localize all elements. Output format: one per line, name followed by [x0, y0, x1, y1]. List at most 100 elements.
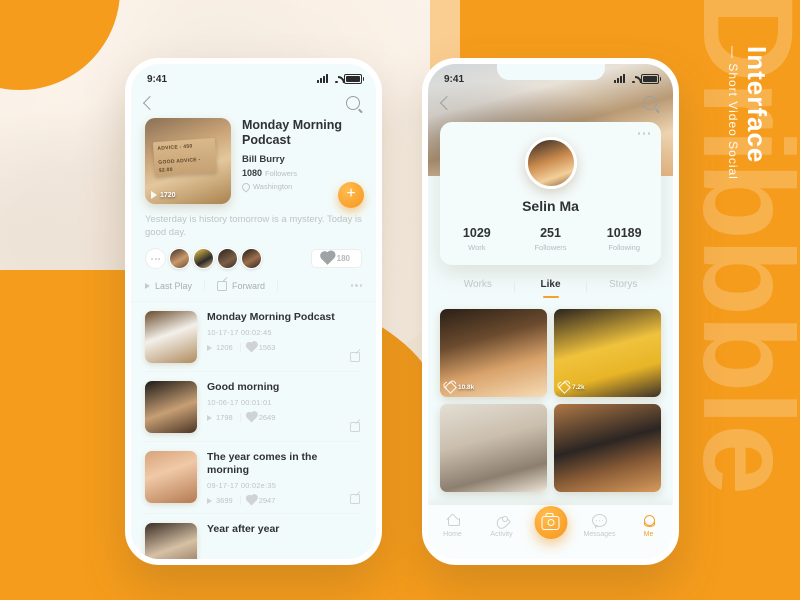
- location-label: Washington: [253, 182, 293, 191]
- list-item[interactable]: The year comes in the morning 09-17-17 0…: [145, 442, 362, 514]
- heart-icon: [246, 412, 257, 423]
- tab-works[interactable]: Works: [442, 279, 514, 295]
- like-count: 2649: [258, 413, 276, 422]
- profile-name: Selin Ma: [522, 198, 579, 214]
- list-item-title: Good morning: [207, 381, 280, 393]
- list-item[interactable]: Year after year: [145, 514, 362, 559]
- grid-cell[interactable]: 7.2k: [554, 309, 661, 397]
- grid-cell-likes: 10.8k: [444, 381, 474, 394]
- divider: [239, 343, 241, 352]
- like-count: 180: [336, 254, 350, 263]
- play-stat: 1206: [207, 343, 233, 352]
- actions-row: Last Play Forward: [131, 269, 376, 302]
- play-icon: [207, 414, 212, 421]
- share-icon[interactable]: [350, 494, 360, 504]
- search-icon[interactable]: [643, 96, 657, 110]
- more-avatars-button[interactable]: [145, 248, 166, 269]
- stat-work[interactable]: 1029 Work: [440, 226, 514, 252]
- profile-stats: 1029 Work 251 Followers 10189 Following: [440, 226, 661, 252]
- camera-icon: [541, 512, 560, 530]
- status-time: 9:41: [147, 73, 168, 85]
- list-item-body: Year after year: [207, 523, 362, 559]
- tab-like[interactable]: Like: [515, 279, 587, 295]
- tab-label: Home: [443, 531, 462, 538]
- status-icons: [614, 74, 661, 84]
- avatar[interactable]: [524, 137, 577, 189]
- stat-value: 251: [540, 226, 561, 240]
- play-icon: [145, 282, 150, 289]
- heart-icon: [444, 381, 457, 394]
- grid-cell[interactable]: [440, 404, 547, 492]
- signal-icon: [317, 74, 328, 83]
- avatar[interactable]: [241, 248, 262, 269]
- list-item-meta: 10-06-17 00:01:01: [207, 398, 272, 407]
- back-chevron-icon[interactable]: [142, 95, 158, 111]
- back-chevron-icon[interactable]: [439, 95, 455, 111]
- stat-following[interactable]: 10189 Following: [587, 226, 661, 252]
- tab-storys[interactable]: Storys: [587, 279, 659, 295]
- grid-cell[interactable]: [554, 404, 661, 492]
- list-item[interactable]: Monday Morning Podcast 10-17-17 00:02:45…: [145, 302, 362, 372]
- list-item-title: Year after year: [207, 523, 280, 535]
- stat-value: 10189: [606, 226, 642, 240]
- play-count: 1798: [216, 413, 233, 422]
- list-item-meta: 09-17-17 00:02e:35: [207, 481, 277, 490]
- wifi-icon: [628, 75, 638, 83]
- thumbnail-sign-graphic: ADVICE - 450 GOOD ADVICE - $2.00: [152, 137, 218, 177]
- stat-followers[interactable]: 251 Followers: [514, 226, 588, 252]
- tab-home[interactable]: Home: [428, 513, 477, 538]
- grid-cell[interactable]: 10.8k: [440, 309, 547, 397]
- top-navbar: [428, 90, 673, 114]
- user-icon: [624, 513, 673, 528]
- status-time: 9:41: [444, 73, 465, 85]
- list-item-thumbnail: [145, 523, 197, 559]
- tab-activity[interactable]: Activity: [477, 513, 526, 538]
- featured-followers: 1080 Followers: [242, 168, 362, 178]
- content-tabs: Works Like Storys: [428, 279, 673, 295]
- wifi-icon: [331, 75, 341, 83]
- list-item[interactable]: Good morning 10-06-17 00:01:01 1798 2649: [145, 372, 362, 442]
- last-play-button[interactable]: Last Play: [145, 281, 204, 291]
- location-pin-icon: [240, 180, 252, 193]
- photo-grid: 10.8k 7.2k: [428, 295, 673, 492]
- grid-cell-likes: 7.2k: [558, 381, 585, 394]
- stat-value: 1029: [462, 226, 491, 240]
- status-icons: [317, 74, 364, 84]
- list-item-title: Monday Morning Podcast: [207, 311, 335, 323]
- more-dots-icon[interactable]: [350, 284, 362, 287]
- tab-label: Me: [643, 531, 654, 538]
- featured-podcast: ADVICE - 450 GOOD ADVICE - $2.00 1720 Mo…: [131, 114, 376, 208]
- side-title: Interface: [742, 46, 772, 164]
- divider: [239, 413, 241, 422]
- share-icon[interactable]: [350, 422, 360, 432]
- add-button[interactable]: +: [338, 182, 364, 208]
- featured-thumbnail[interactable]: ADVICE - 450 GOOD ADVICE - $2.00 1720: [145, 118, 231, 204]
- divider: [239, 496, 241, 505]
- avatar[interactable]: [193, 248, 214, 269]
- like-button[interactable]: 180: [310, 249, 362, 268]
- more-dots-icon[interactable]: [637, 132, 650, 135]
- phone-left-mockup: 9:41 ADVICE - 450 GOOD ADVICE - $2.00 17…: [125, 58, 382, 565]
- search-icon[interactable]: [346, 96, 360, 110]
- listener-avatars: [145, 248, 262, 269]
- share-icon[interactable]: [350, 352, 360, 362]
- top-navbar: [131, 90, 376, 114]
- tab-me[interactable]: Me: [624, 513, 673, 538]
- avatar[interactable]: [217, 248, 238, 269]
- avatar[interactable]: [169, 248, 190, 269]
- status-bar: 9:41: [131, 64, 376, 90]
- home-icon: [428, 513, 477, 528]
- tab-messages[interactable]: Messages: [575, 513, 624, 538]
- stat-label: Work: [468, 243, 486, 252]
- battery-icon: [344, 74, 364, 84]
- episode-list: Monday Morning Podcast 10-17-17 00:02:45…: [131, 302, 376, 559]
- like-count: 1563: [258, 343, 276, 352]
- list-item-stats: 1206 1563: [207, 342, 362, 353]
- forward-button[interactable]: Forward: [217, 280, 277, 291]
- camera-button[interactable]: [534, 506, 567, 539]
- play-icon: [207, 497, 212, 504]
- play-count: 1206: [216, 343, 233, 352]
- like-stat: 1563: [246, 342, 276, 353]
- heart-icon: [320, 252, 334, 265]
- message-bubble-icon: [575, 513, 624, 529]
